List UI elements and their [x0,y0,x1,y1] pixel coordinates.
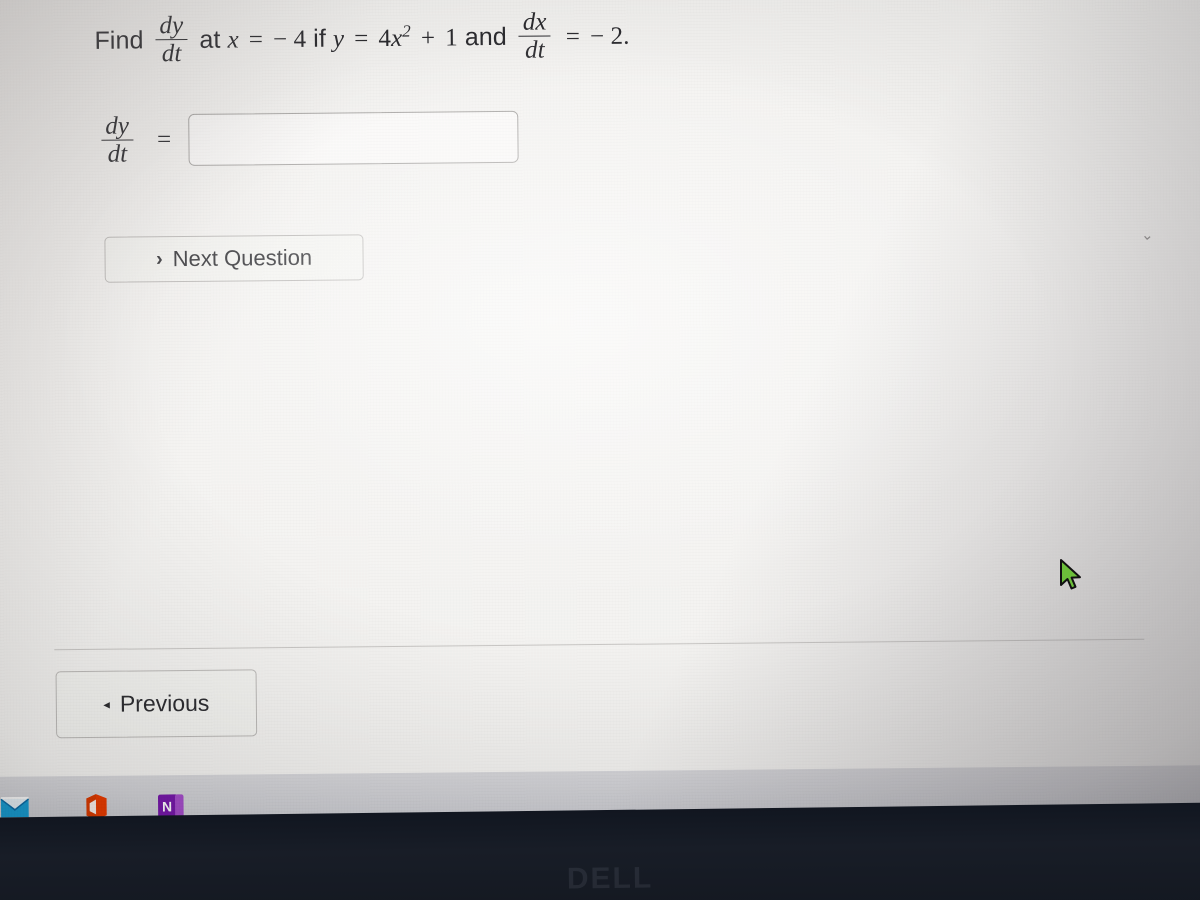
dxdt-fraction: dx dt [518,8,551,64]
photograph-of-monitor: Find dy dt at x = − 4 if y = 4x2 + 1 and… [0,0,1200,900]
question-statement: Find dy dt at x = − 4 if y = 4x2 + 1 and… [94,8,630,68]
monitor-bezel: DELL [0,802,1200,900]
answer-input[interactable] [187,110,519,166]
plus-sign: + [420,24,436,52]
monitor-screen: Find dy dt at x = − 4 if y = 4x2 + 1 and… [0,0,1200,833]
if-label: if [313,24,327,53]
answer-label-denominator: dt [101,139,134,168]
y-expression-variable: x [390,24,403,53]
chevron-right-icon: › [155,248,163,271]
dxdt-denominator: dt [518,35,551,64]
previous-label: Previous [119,689,210,717]
find-label: Find [94,26,144,55]
browser-page: Find dy dt at x = − 4 if y = 4x2 + 1 and… [0,0,1200,833]
answer-label-numerator: dy [105,112,130,140]
y-variable: y [332,25,345,53]
triangle-left-icon: ◂ [103,696,110,712]
screen-glare [303,112,1073,644]
dell-logo: DELL [566,861,654,896]
equals-sign-3: = [565,23,581,51]
dxdt-numerator: dx [522,8,547,36]
answer-equals-sign: = [156,125,172,153]
y-constant: 1 [445,24,458,52]
equals-sign-2: = [354,25,369,53]
footer-divider [54,638,1145,651]
and-label: and [464,22,507,52]
chevron-down-icon[interactable]: ⌄ [1136,226,1159,244]
answer-label-fraction: dy dt [101,112,134,168]
next-question-label: Next Question [172,244,313,272]
svg-text:N: N [162,798,172,814]
at-label: at [199,25,221,54]
y-coefficient: 4 [378,25,392,53]
dydt-numerator: dy [159,12,184,40]
next-question-button[interactable]: › Next Question [104,234,364,283]
dydt-denominator: dt [155,38,188,68]
previous-button[interactable]: ◂ Previous [55,669,258,739]
equals-sign-1: = [248,26,264,54]
y-expression-exponent: 2 [402,21,411,41]
answer-row: dy dt = [96,109,519,168]
dydt-fraction: dy dt [155,12,188,68]
dxdt-value: − 2. [589,22,630,51]
x-value: − 4 [272,25,307,54]
x-variable: x [227,26,239,54]
